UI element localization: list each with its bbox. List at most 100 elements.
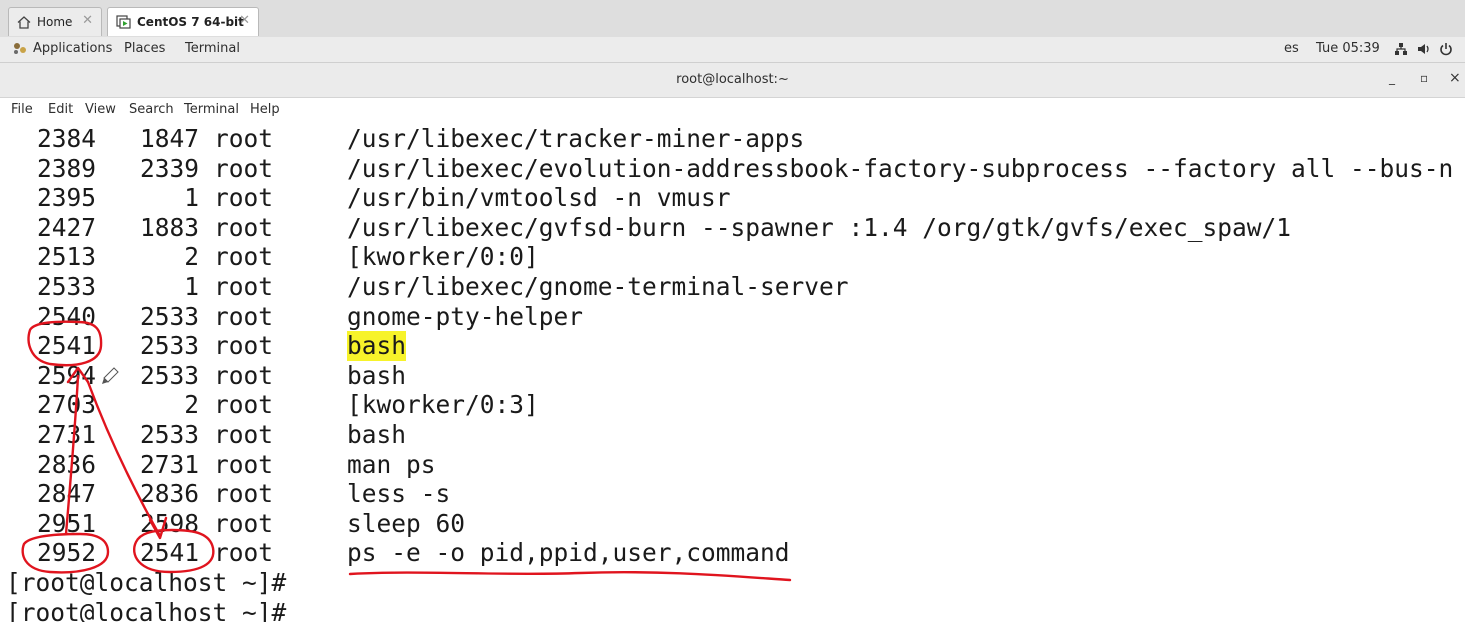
close-icon[interactable]: ✕: [239, 13, 250, 28]
pid-cell: 2533: [36, 272, 96, 301]
pid-cell: 2731: [36, 420, 96, 449]
user-cell: root: [214, 390, 274, 420]
ppid-cell: 2533: [139, 420, 199, 449]
clock[interactable]: Tue 05:39: [1316, 41, 1380, 56]
menu-bar: File Edit View Search Terminal Help: [0, 98, 1465, 123]
volume-icon[interactable]: [1417, 42, 1431, 60]
process-row: 2541 2533 root bash: [0, 331, 407, 361]
pid-cell: 2384: [36, 124, 96, 153]
command-cell: gnome-pty-helper: [347, 301, 584, 331]
pid-cell: 2951: [36, 508, 96, 538]
user-cell: root: [214, 272, 274, 301]
vm-tab-strip: Home ✕ CentOS 7 64-bit ✕: [0, 0, 1465, 38]
close-button[interactable]: ×: [1449, 70, 1461, 86]
pid-cell: 2594: [36, 360, 96, 390]
shell-prompt: [root@localhost ~]#: [6, 597, 287, 622]
process-row: 2703 2 root [kworker/0:3]: [0, 390, 539, 420]
command-cell-highlighted: bash: [347, 331, 407, 361]
gnome-top-panel: Applications Places Terminal es Tue 05:3…: [0, 37, 1465, 63]
ppid-cell: 2598: [139, 508, 199, 538]
tab-home-label: Home: [37, 15, 73, 29]
ppid-cell: 2533: [139, 360, 199, 390]
network-icon[interactable]: [1394, 42, 1408, 60]
command-cell: /usr/libexec/evolution-addressbook-facto…: [347, 153, 1454, 183]
tab-centos[interactable]: CentOS 7 64-bit ✕: [107, 7, 259, 36]
process-row: 2427 1883 root /usr/libexec/gvfsd-burn -…: [0, 213, 1291, 243]
user-cell: root: [214, 153, 274, 183]
process-row: 2731 2533 root bash: [0, 420, 406, 450]
underline-command: [348, 570, 792, 582]
pid-cell: 2703: [36, 390, 96, 420]
command-cell: [kworker/0:0]: [347, 242, 539, 272]
pid-cell: 2540: [36, 301, 96, 331]
command-cell: [kworker/0:3]: [347, 390, 539, 420]
pid-cell: 2395: [36, 183, 96, 213]
applications-icon: [12, 41, 27, 59]
maximize-button[interactable]: ▫: [1420, 71, 1428, 85]
process-row: 2395 1 root /usr/bin/vmtoolsd -n vmusr: [0, 183, 731, 213]
command-cell: less -s: [347, 479, 451, 509]
ppid-cell: 2836: [139, 479, 199, 509]
menu-view[interactable]: View: [85, 102, 116, 117]
user-cell: root: [214, 212, 274, 242]
terminal-output[interactable]: 2384 1847 root /usr/libexec/tracker-mine…: [0, 124, 1465, 622]
command-cell: /usr/bin/vmtoolsd -n vmusr: [347, 183, 731, 213]
input-language[interactable]: es: [1284, 41, 1299, 56]
ppid-cell: 2731: [139, 449, 199, 479]
close-icon[interactable]: ✕: [82, 13, 93, 28]
shell-prompt: [root@localhost ~]#: [6, 568, 287, 597]
process-row: 2540 2533 root gnome-pty-helper: [0, 302, 583, 332]
minimize-button[interactable]: _: [1389, 71, 1395, 85]
pid-cell: 2836: [36, 449, 96, 479]
command-cell: bash: [347, 420, 407, 449]
ppid-cell: 2533: [139, 301, 199, 331]
menu-search[interactable]: Search: [129, 102, 174, 117]
prompt-line[interactable]: [root@localhost ~]#: [0, 598, 286, 622]
process-row: 2594 2533 root bash: [0, 361, 406, 391]
pid-cell: 2541: [36, 331, 96, 361]
ppid-cell: 2541: [139, 538, 199, 568]
command-cell: sleep 60: [347, 508, 466, 538]
ppid-cell: 2: [184, 390, 199, 420]
ppid-cell: 1883: [139, 212, 199, 242]
user-cell: root: [214, 242, 274, 272]
process-row: 2952 2541 root ps -e -o pid,ppid,user,co…: [0, 538, 790, 568]
process-row: 2533 1 root /usr/libexec/gnome-terminal-…: [0, 272, 849, 302]
menu-terminal[interactable]: Terminal: [184, 102, 239, 117]
ppid-cell: 2533: [139, 331, 199, 361]
user-cell: root: [214, 360, 274, 390]
command-cell: ps -e -o pid,ppid,user,command: [347, 538, 790, 568]
pid-cell: 2952: [36, 538, 96, 568]
command-cell: /usr/libexec/gvfsd-burn --spawner :1.4 /…: [347, 212, 1292, 242]
ppid-cell: 2339: [139, 153, 199, 183]
window-titlebar[interactable]: root@localhost:~ _ ▫ ×: [0, 63, 1465, 98]
ppid-cell: 1847: [139, 124, 199, 153]
applications-menu[interactable]: Applications: [33, 41, 112, 56]
menu-edit[interactable]: Edit: [48, 102, 73, 117]
user-cell: root: [214, 301, 274, 331]
user-cell: root: [214, 331, 274, 361]
power-icon[interactable]: [1439, 42, 1453, 60]
tab-home[interactable]: Home ✕: [8, 7, 102, 36]
pid-cell: 2847: [36, 479, 96, 509]
pid-cell: 2513: [36, 242, 96, 272]
command-cell: man ps: [347, 449, 436, 479]
user-cell: root: [214, 508, 274, 538]
prompt-line: [root@localhost ~]#: [0, 568, 286, 598]
terminal-app-menu[interactable]: Terminal: [185, 41, 240, 56]
command-cell: /usr/libexec/tracker-miner-apps: [347, 124, 805, 153]
ppid-cell: 2: [184, 242, 199, 272]
user-cell: root: [214, 420, 274, 449]
menu-help[interactable]: Help: [250, 102, 280, 117]
command-cell: bash: [347, 360, 407, 390]
process-row: 2836 2731 root man ps: [0, 450, 436, 480]
user-cell: root: [214, 449, 274, 479]
pid-cell: 2427: [36, 212, 96, 242]
vm-play-icon: [116, 15, 131, 29]
home-icon: [17, 15, 31, 29]
menu-file[interactable]: File: [11, 102, 33, 117]
places-menu[interactable]: Places: [124, 41, 165, 56]
process-row: 2847 2836 root less -s: [0, 479, 450, 509]
ppid-cell: 1: [184, 183, 199, 213]
user-cell: root: [214, 183, 274, 213]
